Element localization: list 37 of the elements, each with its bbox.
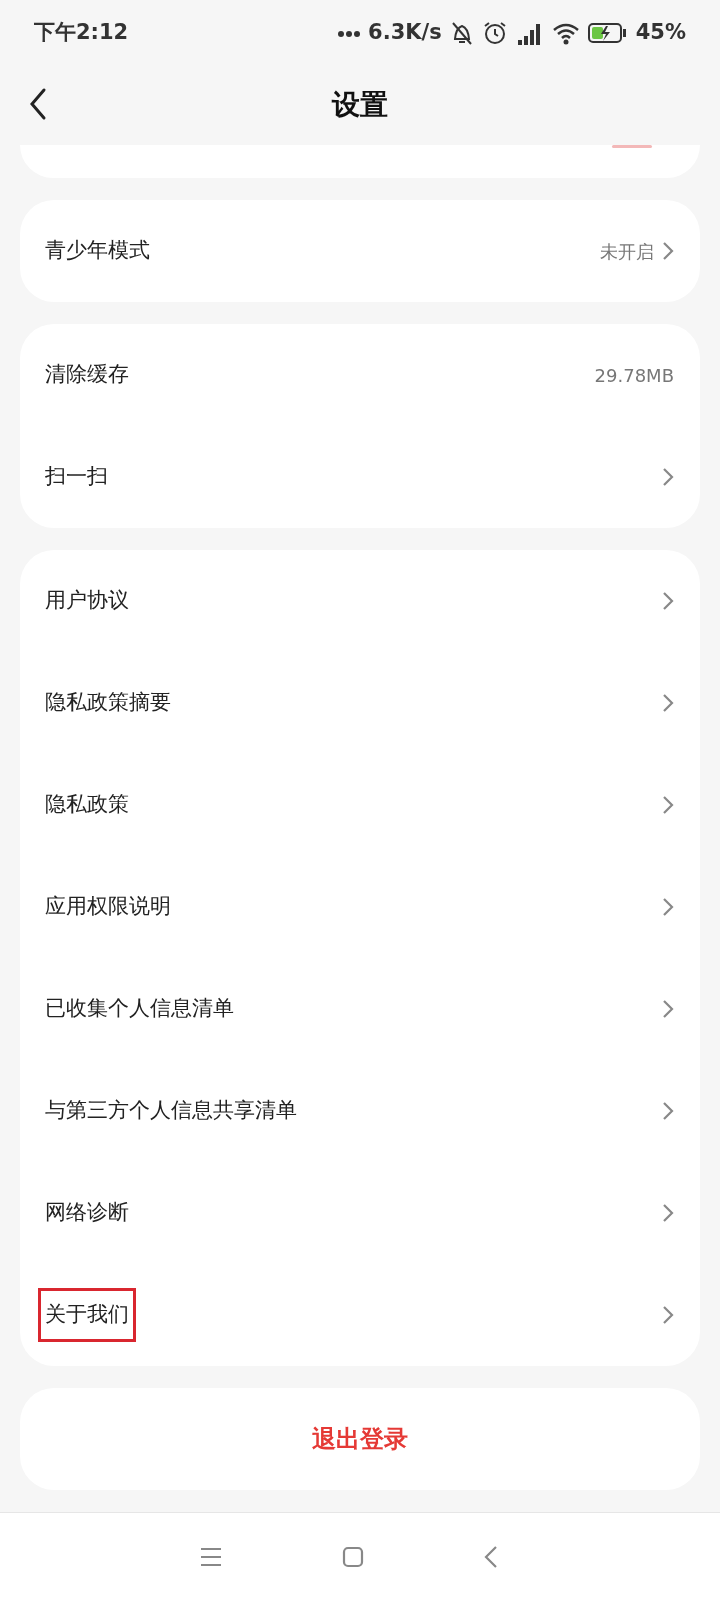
row-value: 29.78MB (594, 363, 674, 388)
row-label: 青少年模式 (44, 237, 151, 265)
settings-row[interactable]: 隐私政策摘要 (20, 652, 700, 754)
row-label: 与第三方个人信息共享清单 (44, 1097, 298, 1125)
network-speed: 6.3K/s (368, 18, 442, 46)
settings-row[interactable]: 清除缓存 29.78MB (20, 324, 700, 426)
home-icon[interactable] (342, 1545, 364, 1568)
back-icon[interactable] (484, 1544, 498, 1569)
row-label: 已收集个人信息清单 (44, 995, 235, 1023)
menu-icon[interactable] (200, 1546, 222, 1567)
row-label: 用户协议 (44, 587, 130, 615)
row-label: 隐私政策摘要 (44, 689, 172, 717)
dots-icon (338, 28, 361, 37)
battery-icon (587, 21, 628, 44)
row-label: 网络诊断 (44, 1199, 130, 1227)
row-label: 关于我们 (38, 1288, 136, 1342)
row-label: 隐私政策 (44, 791, 130, 819)
row-label: 应用权限说明 (44, 893, 172, 921)
page-title: 设置 (332, 87, 388, 123)
settings-row[interactable]: 已收集个人信息清单 (20, 958, 700, 1060)
settings-row[interactable]: 隐私政策 (20, 754, 700, 856)
settings-row[interactable]: 网络诊断 (20, 1162, 700, 1264)
settings-row[interactable]: 扫一扫 (20, 426, 700, 528)
settings-row[interactable]: 青少年模式 未开启 (20, 200, 700, 302)
settings-row[interactable]: 用户协议 (20, 550, 700, 652)
status-time: 下午2:12 (34, 18, 129, 46)
back-button[interactable] (28, 87, 48, 121)
row-value: 未开启 (600, 239, 654, 264)
row-label: 清除缓存 (44, 361, 130, 389)
toggle-edge (612, 145, 652, 148)
back-icon (28, 87, 48, 121)
row-label: 扫一扫 (44, 463, 109, 491)
settings-row[interactable]: 与第三方个人信息共享清单 (20, 1060, 700, 1162)
logout-button[interactable]: 退出登录 (20, 1388, 700, 1490)
settings-row[interactable]: 关于我们 (20, 1264, 700, 1366)
settings-row[interactable]: 应用权限说明 (20, 856, 700, 958)
battery-percent: 45% (635, 18, 686, 46)
